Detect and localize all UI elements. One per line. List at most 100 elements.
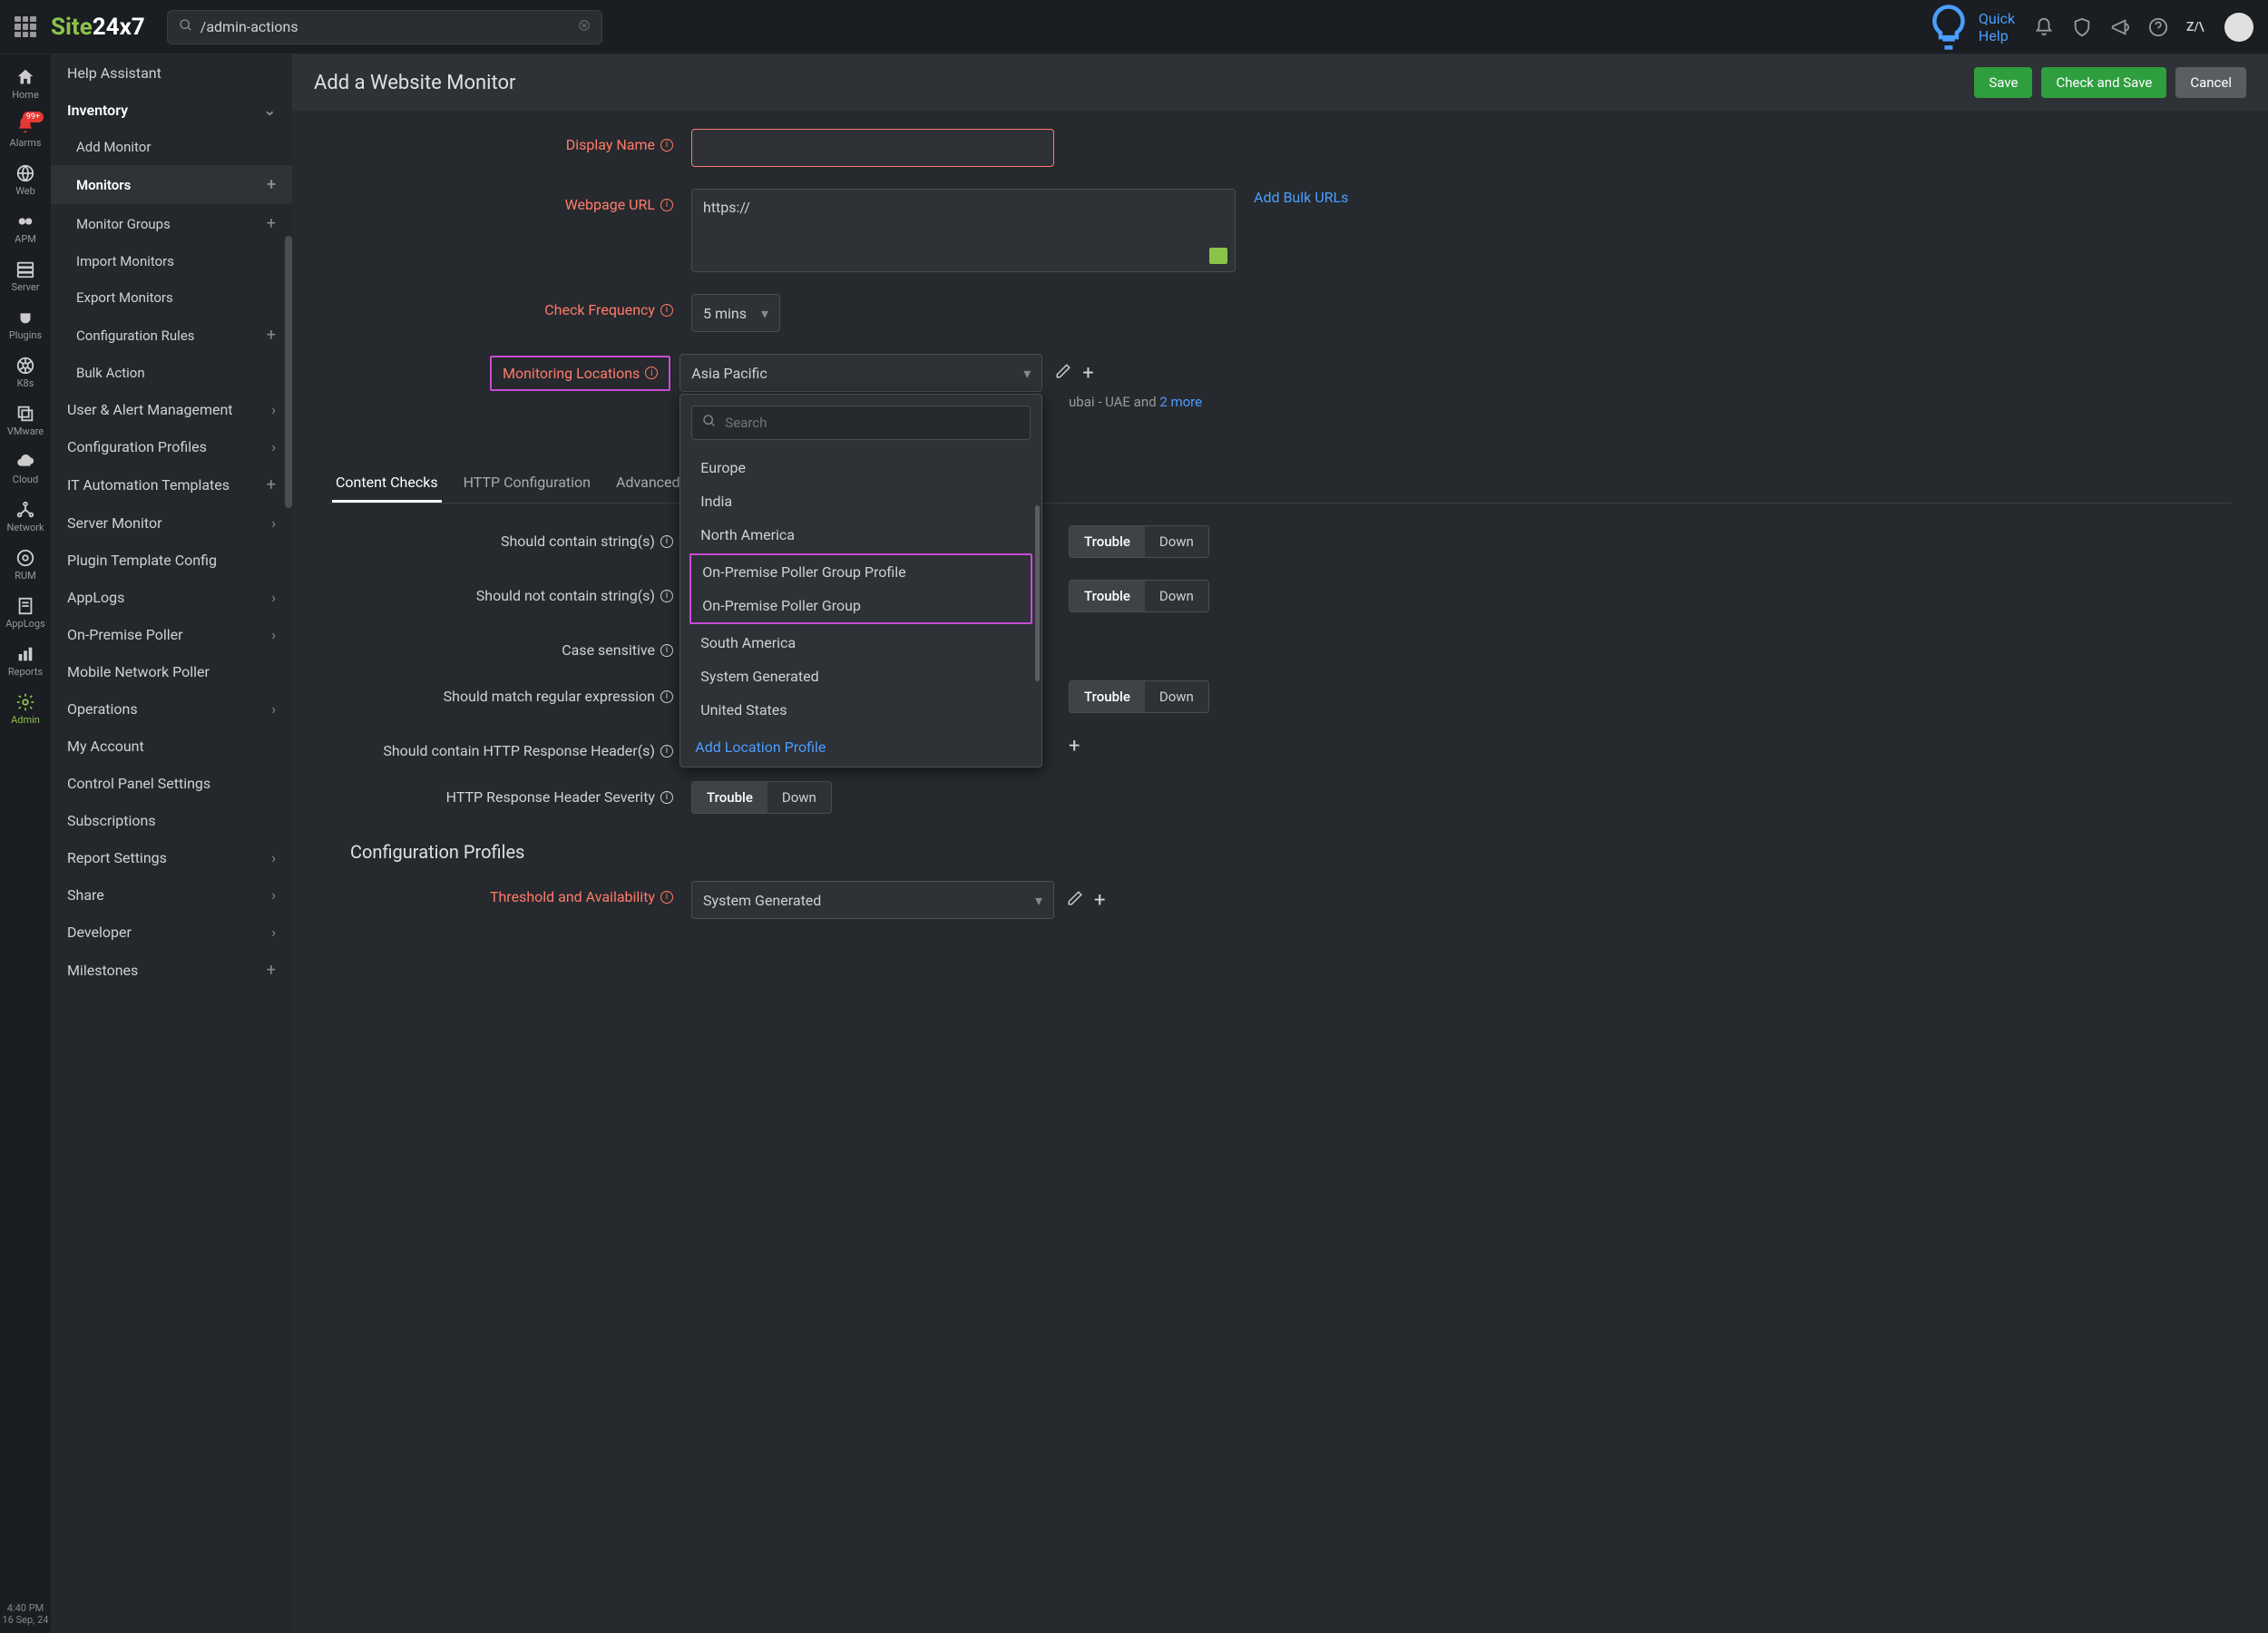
plus-icon[interactable]: + — [1094, 889, 1105, 912]
nav-cloud[interactable]: Cloud — [0, 446, 51, 491]
info-icon[interactable]: i — [660, 644, 673, 657]
tab-content-checks[interactable]: Content Checks — [332, 464, 442, 503]
sidebar-bulk-action[interactable]: Bulk Action — [51, 355, 292, 391]
nav-k8s[interactable]: K8s — [0, 350, 51, 395]
dropdown-item-north-america[interactable]: North America — [680, 518, 1041, 552]
sidebar-control-panel[interactable]: Control Panel Settings — [51, 765, 292, 802]
dropdown-item-onprem-group[interactable]: On-Premise Poller Group — [691, 589, 1031, 622]
shield-icon[interactable] — [2072, 17, 2092, 37]
dropdown-search-input[interactable] — [691, 406, 1031, 440]
info-icon[interactable]: i — [645, 367, 658, 379]
check-save-button[interactable]: Check and Save — [2041, 67, 2166, 98]
toggle-down[interactable]: Down — [1145, 681, 1208, 712]
edit-icon[interactable] — [1067, 890, 1083, 911]
toggle-trouble[interactable]: Trouble — [1070, 681, 1145, 712]
plus-icon[interactable]: + — [1069, 735, 1080, 758]
nav-web[interactable]: Web — [0, 158, 51, 202]
add-location-profile-link[interactable]: Add Location Profile — [680, 727, 1041, 767]
sidebar-config-rules[interactable]: Configuration Rules+ — [51, 316, 292, 355]
capture-icon[interactable] — [1209, 248, 1227, 264]
dropdown-scrollbar[interactable] — [1035, 505, 1040, 681]
dropdown-item-system-generated[interactable]: System Generated — [680, 660, 1041, 693]
display-name-input[interactable] — [691, 129, 1054, 167]
plus-icon[interactable]: + — [267, 961, 276, 980]
sidebar-report-settings[interactable]: Report Settings› — [51, 839, 292, 876]
sidebar-monitor-groups[interactable]: Monitor Groups+ — [51, 204, 292, 243]
sidebar-operations[interactable]: Operations› — [51, 690, 292, 728]
info-icon[interactable]: i — [660, 590, 673, 602]
info-icon[interactable]: i — [660, 891, 673, 904]
help-icon[interactable] — [2148, 17, 2168, 37]
info-icon[interactable]: i — [660, 535, 673, 548]
plus-icon[interactable]: + — [267, 175, 276, 194]
nav-apm[interactable]: APM — [0, 206, 51, 250]
sidebar-share[interactable]: Share› — [51, 876, 292, 914]
nav-admin[interactable]: Admin — [0, 687, 51, 731]
more-link[interactable]: 2 more — [1159, 394, 1202, 410]
plus-icon[interactable]: + — [267, 214, 276, 233]
clear-search-icon[interactable] — [578, 18, 591, 35]
tab-http-config[interactable]: HTTP Configuration — [460, 464, 594, 503]
sidebar-export-monitors[interactable]: Export Monitors — [51, 279, 292, 316]
toggle-down[interactable]: Down — [767, 782, 831, 813]
bell-icon[interactable] — [2034, 17, 2054, 37]
toggle-down[interactable]: Down — [1145, 581, 1208, 611]
nav-reports[interactable]: Reports — [0, 639, 51, 683]
monitoring-locations-select[interactable]: Asia Pacific▾ — [679, 354, 1042, 392]
plus-icon[interactable]: + — [267, 326, 276, 345]
sidebar-monitors[interactable]: Monitors+ — [51, 165, 292, 204]
sidebar-developer[interactable]: Developer› — [51, 914, 292, 951]
sidebar-add-monitor[interactable]: Add Monitor — [51, 129, 292, 165]
sidebar-inventory[interactable]: Inventory⌄ — [51, 92, 292, 129]
sidebar-user-alert[interactable]: User & Alert Management› — [51, 391, 292, 428]
dropdown-item-onprem-profile[interactable]: On-Premise Poller Group Profile — [691, 555, 1031, 589]
info-icon[interactable]: i — [660, 690, 673, 703]
sidebar-it-automation[interactable]: IT Automation Templates+ — [51, 465, 292, 504]
dropdown-item-india[interactable]: India — [680, 484, 1041, 518]
scrollbar[interactable] — [285, 236, 292, 508]
edit-icon[interactable] — [1055, 363, 1071, 384]
toggle-trouble[interactable]: Trouble — [692, 782, 767, 813]
announcement-icon[interactable] — [2110, 17, 2130, 37]
info-icon[interactable]: i — [660, 791, 673, 804]
sidebar-my-account[interactable]: My Account — [51, 728, 292, 765]
search-box[interactable] — [167, 10, 602, 44]
sidebar-subscriptions[interactable]: Subscriptions — [51, 802, 292, 839]
nav-home[interactable]: Home — [0, 62, 51, 106]
info-icon[interactable]: i — [660, 304, 673, 317]
webpage-url-input[interactable]: https:// — [691, 189, 1236, 272]
sidebar-onprem-poller[interactable]: On-Premise Poller› — [51, 616, 292, 653]
toggle-trouble[interactable]: Trouble — [1070, 581, 1145, 611]
sidebar-mobile-poller[interactable]: Mobile Network Poller — [51, 653, 292, 690]
dropdown-item-europe[interactable]: Europe — [680, 451, 1041, 484]
dropdown-item-south-america[interactable]: South America — [680, 626, 1041, 660]
apps-grid-icon[interactable] — [15, 16, 36, 38]
logo[interactable]: Site24x7 — [51, 14, 145, 41]
save-button[interactable]: Save — [1974, 67, 2032, 98]
info-icon[interactable]: i — [660, 745, 673, 758]
sidebar-import-monitors[interactable]: Import Monitors — [51, 243, 292, 279]
quick-help-link[interactable]: Quick Help — [1924, 3, 2016, 52]
info-icon[interactable]: i — [660, 139, 673, 152]
plus-icon[interactable]: + — [267, 475, 276, 494]
nav-network[interactable]: Network — [0, 494, 51, 539]
sidebar-help-assistant[interactable]: Help Assistant — [51, 54, 292, 92]
search-input[interactable] — [200, 18, 578, 35]
threshold-select[interactable]: System Generated▾ — [691, 881, 1054, 919]
info-icon[interactable]: i — [660, 199, 673, 211]
nav-server[interactable]: Server — [0, 254, 51, 298]
cancel-button[interactable]: Cancel — [2175, 67, 2246, 98]
sidebar-config-profiles[interactable]: Configuration Profiles› — [51, 428, 292, 465]
toggle-trouble[interactable]: Trouble — [1070, 526, 1145, 557]
sidebar-milestones[interactable]: Milestones+ — [51, 951, 292, 990]
nav-vmware[interactable]: VMware — [0, 398, 51, 443]
plus-icon[interactable]: + — [1082, 362, 1093, 385]
sidebar-plugin-config[interactable]: Plugin Template Config — [51, 542, 292, 579]
avatar[interactable] — [2224, 13, 2253, 42]
sidebar-server-monitor[interactable]: Server Monitor› — [51, 504, 292, 542]
check-frequency-select[interactable]: 5 mins▾ — [691, 294, 780, 332]
nav-applogs[interactable]: AppLogs — [0, 591, 51, 635]
nav-plugins[interactable]: Plugins — [0, 302, 51, 347]
add-bulk-urls-link[interactable]: Add Bulk URLs — [1254, 189, 1348, 206]
sidebar-applogs[interactable]: AppLogs› — [51, 579, 292, 616]
